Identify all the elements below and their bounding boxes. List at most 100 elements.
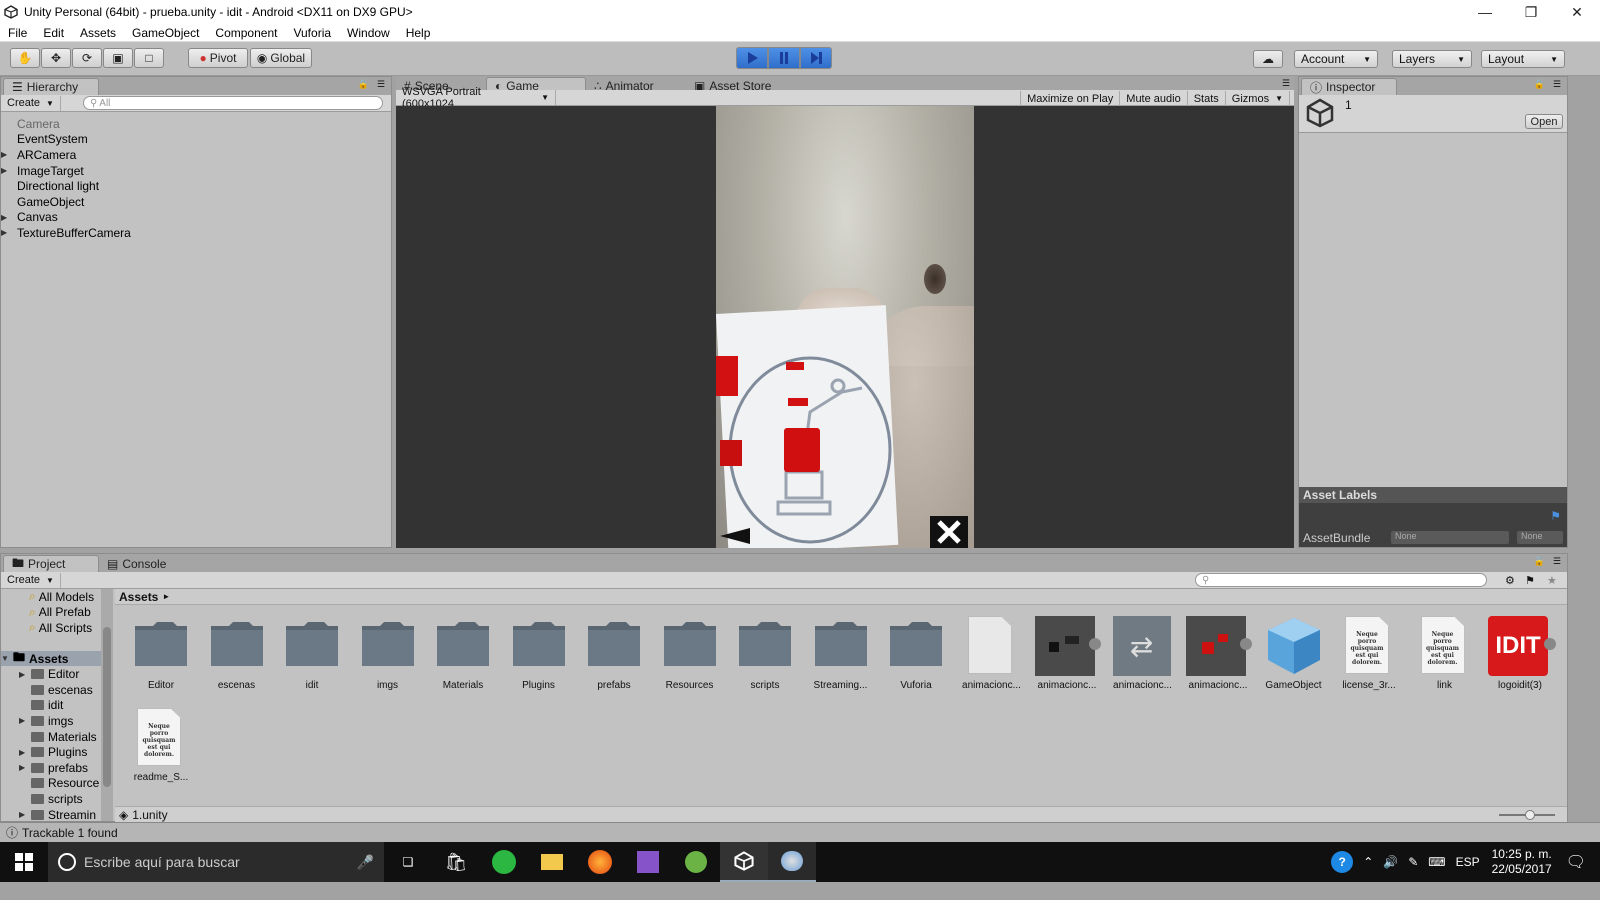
expand-arrow-icon[interactable]: ▶ bbox=[19, 763, 31, 772]
unity-app-icon[interactable] bbox=[720, 842, 768, 882]
create-dropdown[interactable]: Create ▼ bbox=[1, 95, 61, 111]
tree-item[interactable]: escenas bbox=[1, 682, 101, 698]
favorite-item[interactable]: ⌕ All Models bbox=[1, 589, 101, 605]
account-dropdown[interactable]: Account ▼ bbox=[1294, 50, 1378, 68]
scale-tool-button[interactable]: ▣ bbox=[103, 48, 133, 68]
gizmos-dropdown[interactable]: Gizmos ▼ bbox=[1226, 91, 1290, 106]
tree-scrollbar[interactable] bbox=[101, 589, 113, 821]
chevron-up-icon[interactable]: ⌃ bbox=[1363, 855, 1373, 869]
hierarchy-item[interactable]: Directional light bbox=[1, 178, 391, 194]
pen-icon[interactable]: ✎ bbox=[1408, 855, 1418, 869]
store-app-icon[interactable]: 🛍 bbox=[432, 842, 480, 882]
folder-asset[interactable]: Streaming... bbox=[803, 606, 879, 696]
hierarchy-item[interactable]: GameObject bbox=[1, 194, 391, 210]
minimize-button[interactable]: — bbox=[1462, 0, 1508, 24]
android-studio-app-icon[interactable] bbox=[672, 842, 720, 882]
tree-item[interactable]: scripts bbox=[1, 791, 101, 807]
menu-window[interactable]: Window bbox=[339, 26, 398, 40]
file-asset[interactable]: GameObject bbox=[1256, 606, 1332, 696]
tab-hierarchy[interactable]: ☰ Hierarchy bbox=[3, 78, 99, 95]
panel-menu-icon[interactable]: ☰ bbox=[377, 79, 385, 90]
rect-tool-button[interactable]: □ bbox=[134, 48, 164, 68]
folder-asset[interactable]: Resources bbox=[652, 606, 728, 696]
tree-item[interactable]: ▶ imgs bbox=[1, 713, 101, 729]
hand-tool-button[interactable]: ✋ bbox=[10, 48, 40, 68]
file-asset[interactable]: ⇄ animacionc... bbox=[1105, 606, 1181, 696]
lock-icon[interactable]: 🔒 bbox=[1534, 556, 1545, 567]
rotate-tool-button[interactable]: ⟳ bbox=[72, 48, 102, 68]
folder-asset[interactable]: prefabs bbox=[576, 606, 652, 696]
tree-item[interactable]: Resource bbox=[1, 776, 101, 792]
language-indicator[interactable]: ESP bbox=[1456, 855, 1480, 869]
clock[interactable]: 10:25 p. m. 22/05/2017 bbox=[1492, 847, 1552, 877]
task-view-button[interactable]: ❏ bbox=[384, 842, 432, 882]
tab-project[interactable]: 🖿 Project bbox=[3, 555, 99, 572]
menu-help[interactable]: Help bbox=[398, 26, 439, 40]
menu-edit[interactable]: Edit bbox=[35, 26, 72, 40]
favorite-star-icon[interactable]: ★ bbox=[1547, 574, 1557, 587]
file-asset[interactable]: animacionc... bbox=[1029, 606, 1105, 696]
notifications-icon[interactable]: 🗨 bbox=[1566, 852, 1586, 872]
visual-studio-app-icon[interactable] bbox=[624, 842, 672, 882]
expand-arrow-icon[interactable]: ▶ bbox=[19, 670, 31, 679]
resolution-dropdown[interactable]: WSVGA Portrait (600x1024 ▼ bbox=[396, 86, 556, 110]
pause-button[interactable] bbox=[768, 47, 800, 69]
mute-audio-toggle[interactable]: Mute audio bbox=[1120, 91, 1188, 106]
lock-icon[interactable]: 🔒 bbox=[358, 79, 369, 90]
volume-icon[interactable]: 🔊 bbox=[1383, 855, 1398, 869]
file-asset[interactable]: Neque porro quisquam est qui dolorem. rea… bbox=[123, 698, 199, 788]
create-dropdown[interactable]: Create ▼ bbox=[1, 572, 61, 588]
expand-arrow-icon[interactable]: ▶ bbox=[1, 213, 13, 222]
layout-dropdown[interactable]: Layout ▼ bbox=[1481, 50, 1565, 68]
folder-asset[interactable]: imgs bbox=[350, 606, 426, 696]
stats-toggle[interactable]: Stats bbox=[1188, 91, 1226, 106]
microphone-icon[interactable]: 🎤 bbox=[357, 854, 374, 871]
tree-item[interactable]: Materials bbox=[1, 729, 101, 745]
hierarchy-item[interactable]: ▶ ARCamera bbox=[1, 147, 391, 163]
filter-type-icon[interactable]: ⚙ bbox=[1505, 574, 1515, 587]
panel-menu-icon[interactable]: ☰ bbox=[1553, 79, 1561, 90]
whatsapp-app-icon[interactable] bbox=[480, 842, 528, 882]
expand-arrow-icon[interactable]: ▶ bbox=[1, 228, 13, 237]
favorite-item[interactable]: ⌕ All Scripts bbox=[1, 620, 101, 636]
menu-gameobject[interactable]: GameObject bbox=[124, 26, 207, 40]
back-arrow-icon[interactable] bbox=[720, 526, 752, 546]
folder-asset[interactable]: escenas bbox=[199, 606, 275, 696]
folder-asset[interactable]: idit bbox=[274, 606, 350, 696]
menu-vuforia[interactable]: Vuforia bbox=[285, 26, 339, 40]
paint-app-icon[interactable] bbox=[768, 842, 816, 882]
cloud-button[interactable]: ☁ bbox=[1253, 50, 1283, 68]
folder-asset[interactable]: Plugins bbox=[501, 606, 577, 696]
panel-menu-icon[interactable]: ☰ bbox=[1553, 556, 1561, 567]
tree-item[interactable]: ▶ Editor bbox=[1, 666, 101, 682]
keyboard-icon[interactable]: ⌨ bbox=[1428, 855, 1445, 869]
open-button[interactable]: Open bbox=[1525, 114, 1563, 129]
maximize-on-play-toggle[interactable]: Maximize on Play bbox=[1020, 91, 1121, 106]
tab-inspector[interactable]: ⓘ Inspector bbox=[1301, 78, 1397, 95]
tree-root-assets[interactable]: ▼ 🖿 Assets bbox=[1, 650, 101, 667]
expand-arrow-icon[interactable]: ▶ bbox=[1, 150, 13, 159]
start-button[interactable] bbox=[0, 842, 48, 882]
global-toggle[interactable]: ◉ Global bbox=[250, 48, 312, 68]
favorite-item[interactable]: ⌕ All Prefab bbox=[1, 605, 101, 621]
hierarchy-item[interactable]: EventSystem bbox=[1, 132, 391, 148]
taskbar-search-input[interactable]: Escribe aquí para buscar 🎤 bbox=[48, 842, 384, 882]
expand-arrow-icon[interactable]: ▶ bbox=[19, 748, 31, 757]
tree-item[interactable]: ▶ Streamin bbox=[1, 807, 101, 821]
filter-label-icon[interactable]: ⚑ bbox=[1525, 574, 1535, 587]
hierarchy-search-input[interactable]: ⚲ All bbox=[82, 96, 383, 110]
close-icon[interactable] bbox=[930, 516, 968, 548]
menu-assets[interactable]: Assets bbox=[72, 26, 124, 40]
panel-menu-icon[interactable]: ☰ bbox=[1282, 78, 1290, 89]
lock-icon[interactable]: 🔒 bbox=[1534, 79, 1545, 90]
hierarchy-item[interactable]: ▶ Canvas bbox=[1, 210, 391, 226]
move-tool-button[interactable]: ✥ bbox=[41, 48, 71, 68]
game-view[interactable] bbox=[396, 106, 1294, 548]
hierarchy-item[interactable]: ▶ TextureBufferCamera bbox=[1, 225, 391, 241]
file-asset[interactable]: animacionc... bbox=[1180, 606, 1256, 696]
assetbundle-dropdown[interactable]: None bbox=[1391, 531, 1509, 544]
folder-asset[interactable]: scripts bbox=[727, 606, 803, 696]
menu-file[interactable]: File bbox=[0, 26, 35, 40]
tree-item[interactable]: ▶ Plugins bbox=[1, 744, 101, 760]
hierarchy-item[interactable]: ▶ ImageTarget bbox=[1, 163, 391, 179]
